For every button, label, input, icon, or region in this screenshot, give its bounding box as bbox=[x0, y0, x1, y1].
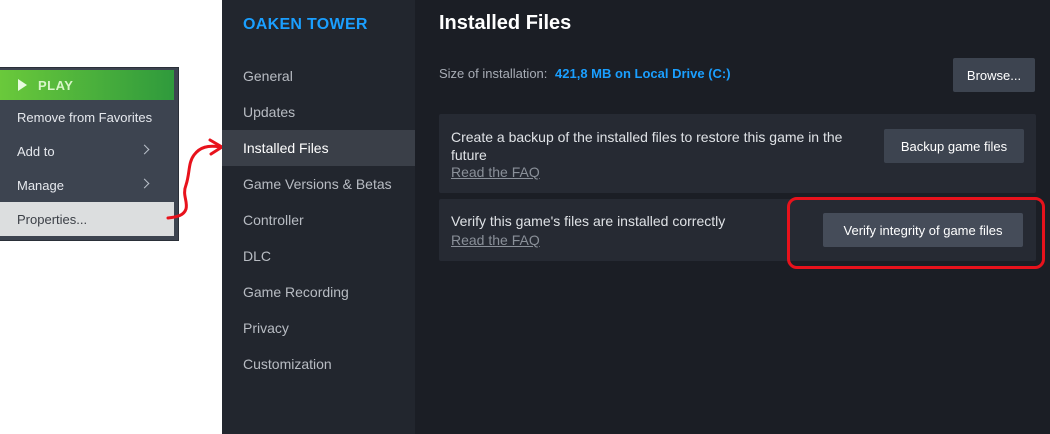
sidebar-item-dlc[interactable]: DLC bbox=[222, 238, 415, 274]
sidebar-item-label: Game Versions & Betas bbox=[243, 176, 392, 192]
sidebar-item-customization[interactable]: Customization bbox=[222, 346, 415, 382]
menu-item-label: Manage bbox=[17, 177, 64, 193]
menu-item-manage[interactable]: Manage bbox=[0, 168, 174, 202]
sidebar-item-label: Game Recording bbox=[243, 284, 349, 300]
sidebar-item-controller[interactable]: Controller bbox=[222, 202, 415, 238]
sidebar-item-label: Privacy bbox=[243, 320, 289, 336]
context-menu: PLAY Remove from Favorites Add to Manage… bbox=[0, 68, 178, 240]
sidebar-item-game-versions-betas[interactable]: Game Versions & Betas bbox=[222, 166, 415, 202]
play-icon bbox=[18, 79, 27, 91]
verify-description: Verify this game's files are installed c… bbox=[451, 213, 726, 229]
sidebar-item-game-recording[interactable]: Game Recording bbox=[222, 274, 415, 310]
chevron-right-icon bbox=[139, 178, 150, 189]
browse-button[interactable]: Browse... bbox=[953, 58, 1035, 92]
menu-item-label: Remove from Favorites bbox=[17, 109, 153, 125]
properties-sidebar: OAKEN TOWER General Updates Installed Fi… bbox=[222, 0, 415, 434]
sidebar-item-installed-files[interactable]: Installed Files bbox=[222, 130, 415, 166]
annotation-highlight bbox=[787, 197, 1045, 269]
game-title: OAKEN TOWER bbox=[243, 16, 368, 33]
page-title: Installed Files bbox=[439, 12, 572, 34]
sidebar-item-label: Customization bbox=[243, 356, 332, 372]
backup-card: Create a backup of the installed files t… bbox=[439, 114, 1036, 193]
sidebar-item-label: Controller bbox=[243, 212, 304, 228]
backup-faq-link[interactable]: Read the FAQ bbox=[451, 164, 540, 180]
menu-item-remove-from-favorites[interactable]: Remove from Favorites bbox=[0, 100, 174, 134]
sidebar-item-label: Installed Files bbox=[243, 140, 329, 156]
sidebar-item-updates[interactable]: Updates bbox=[222, 94, 415, 130]
sidebar-item-privacy[interactable]: Privacy bbox=[222, 310, 415, 346]
backup-game-files-button[interactable]: Backup game files bbox=[884, 129, 1024, 163]
chevron-right-icon bbox=[139, 144, 150, 155]
verify-faq-link[interactable]: Read the FAQ bbox=[451, 232, 540, 248]
menu-item-add-to[interactable]: Add to bbox=[0, 134, 174, 168]
play-button[interactable]: PLAY bbox=[0, 70, 174, 100]
menu-item-label: Add to bbox=[17, 143, 55, 159]
play-label: PLAY bbox=[38, 77, 74, 93]
sidebar-item-general[interactable]: General bbox=[222, 58, 415, 94]
size-value: 421,8 MB on Local Drive (C:) bbox=[555, 66, 731, 81]
installation-size: Size of installation: 421,8 MB on Local … bbox=[439, 66, 731, 81]
menu-item-properties[interactable]: Properties... bbox=[0, 202, 174, 236]
menu-item-label: Properties... bbox=[17, 211, 88, 227]
sidebar-item-label: Updates bbox=[243, 104, 296, 120]
size-label: Size of installation: bbox=[439, 66, 548, 81]
sidebar-item-label: DLC bbox=[243, 248, 272, 264]
backup-description: Create a backup of the installed files t… bbox=[451, 129, 843, 163]
sidebar-item-label: General bbox=[243, 68, 293, 84]
